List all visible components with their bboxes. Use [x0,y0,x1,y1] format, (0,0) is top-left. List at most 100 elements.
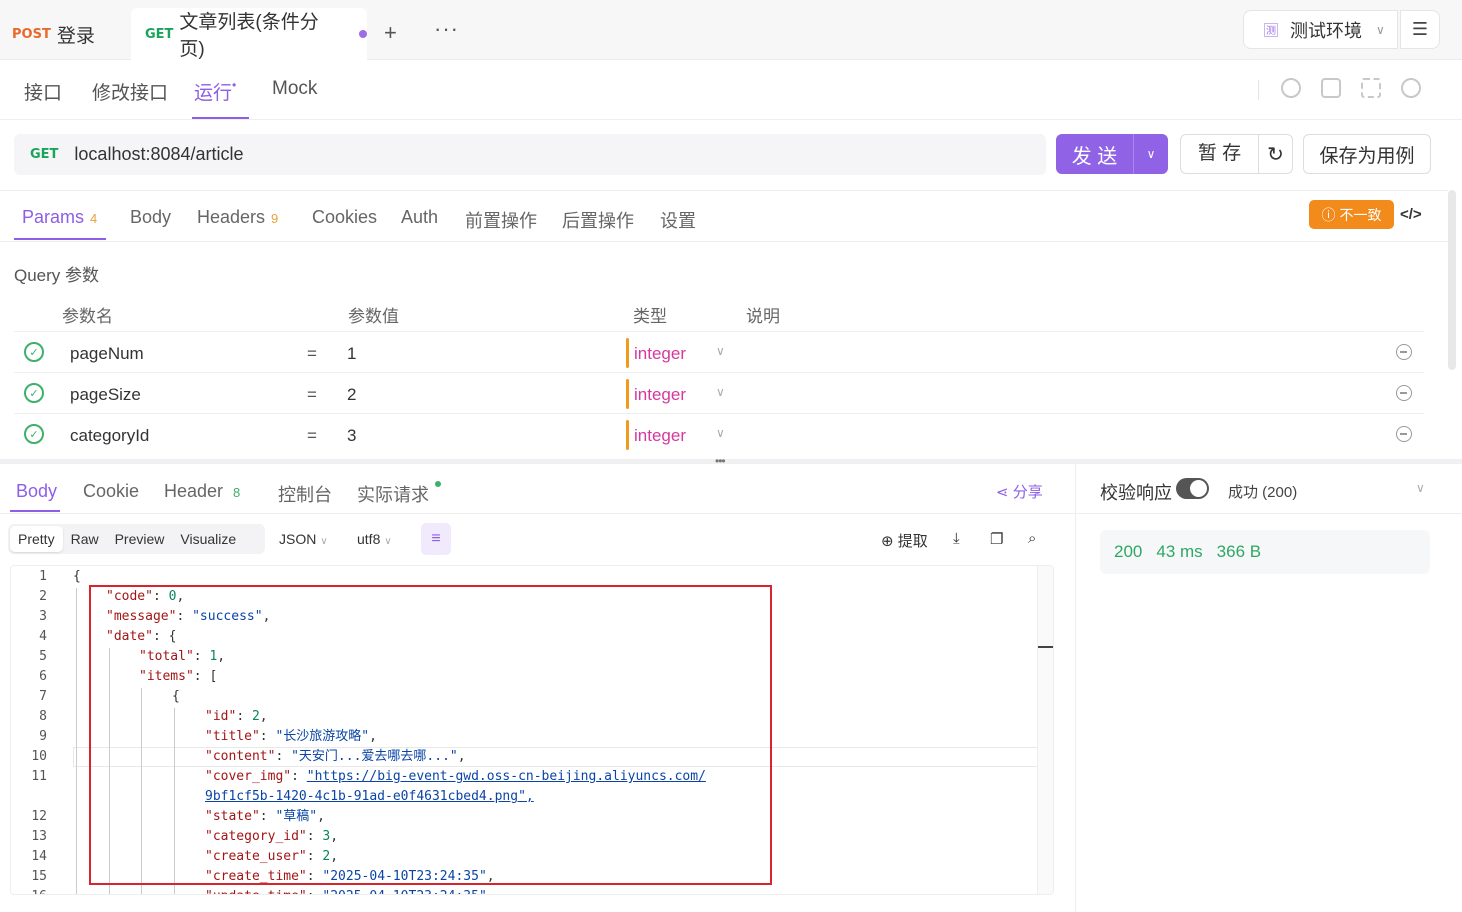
share-label: 分享 [1012,484,1043,501]
tab-headers[interactable]: Headers 9 [197,207,278,228]
active-tab-underline [192,117,249,119]
search-icon[interactable]: ⌕ [1028,530,1036,547]
download-icon[interactable]: ⤓ [953,530,960,547]
active-tab-underline [14,238,106,240]
response-stats: 200 43 ms 366 B [1100,530,1430,574]
share-button[interactable]: ⋖ 分享 [996,481,1043,502]
code-text: "update_time": "2025-04-10T23:24:35", [205,887,495,894]
tab-title: 文章列表(条件分页) [179,12,319,60]
format-visualize[interactable]: Visualize [172,526,244,552]
tab-response-body[interactable]: Body [16,481,57,502]
tab-run[interactable]: 运行• [194,78,236,105]
chevron-down-icon[interactable]: ∨ [1134,147,1168,161]
tab-params[interactable]: Params 4 [22,207,97,228]
validate-toggle[interactable] [1176,478,1209,499]
tab-actual-request[interactable]: 实际请求 [357,481,441,507]
remove-icon[interactable] [1396,426,1412,442]
environment-name: 测试环境 [1290,20,1362,41]
format-raw[interactable]: Raw [63,526,107,552]
format-switcher: Pretty Raw Preview Visualize [8,524,265,554]
param-name[interactable]: pageSize [70,385,141,405]
refresh-icon[interactable]: ↻ [1259,142,1292,167]
enabled-check-icon[interactable]: ✓ [24,424,44,444]
tab-params-label: Params [22,207,85,227]
chevron-down-icon: ∨ [320,536,328,547]
tab-settings[interactable]: 设置 [660,207,696,233]
param-name[interactable]: pageNum [70,344,144,364]
status-dot [435,481,441,487]
tab-pre-ops[interactable]: 前置操作 [465,207,537,233]
copy-icon[interactable]: ❐ [990,530,1003,548]
save-as-example-button[interactable]: 保存为用例 [1303,134,1431,174]
line-number: 13 [31,829,47,844]
flow-icon[interactable] [1361,78,1381,98]
tab-headers-label: Headers [197,207,266,227]
param-type[interactable]: integer [634,344,686,364]
param-value[interactable]: 3 [347,426,356,446]
scrollbar[interactable] [1448,190,1456,370]
copy-icon[interactable] [1321,78,1341,98]
type-marker [626,379,629,409]
param-value[interactable]: 1 [347,344,356,364]
tab-body[interactable]: Body [130,207,171,228]
enabled-check-icon[interactable]: ✓ [24,383,44,403]
tab-edit-interface[interactable]: 修改接口 [92,78,168,105]
tab-response-header[interactable]: Header 8 [164,481,240,502]
environment-select[interactable]: 测 测试环境 ∨ [1243,10,1398,49]
param-value[interactable]: 2 [347,385,356,405]
language-select[interactable]: JSON ∨ [279,531,328,547]
tab-cookies[interactable]: Cookies [312,207,377,228]
validation-result[interactable]: 成功 (200) [1228,481,1297,502]
settings-icon[interactable] [1401,78,1421,98]
tab-title: 登录 [56,25,95,47]
enabled-check-icon[interactable]: ✓ [24,342,44,362]
chevron-down-icon[interactable]: ∨ [716,344,725,358]
warning-icon: ⓘ [1321,206,1336,223]
chevron-down-icon[interactable]: ∨ [1416,481,1425,495]
scroll-marker [1038,646,1053,648]
encoding-select[interactable]: utf8 ∨ [357,531,392,547]
column-header-description: 说明 [746,307,780,326]
editor-scrollbar[interactable] [1037,566,1053,894]
query-params-title: Query 参数 [14,266,100,285]
url-bar[interactable]: GET localhost:8084/article [14,134,1046,175]
pie-chart-icon[interactable] [1281,78,1301,98]
tab-response-cookie[interactable]: Cookie [83,481,139,502]
tab-post-ops[interactable]: 后置操作 [562,207,634,233]
tab-interface[interactable]: 接口 [24,78,62,105]
param-name[interactable]: categoryId [70,426,149,446]
active-tab-underline [10,510,60,512]
mismatch-badge[interactable]: ⓘ 不一致 [1309,200,1394,229]
line-number: 4 [39,629,47,644]
tab-mock[interactable]: Mock [272,78,317,100]
send-button[interactable]: 发 送 ∨ [1056,134,1168,174]
line-number: 9 [39,729,47,744]
url-input[interactable]: localhost:8084/article [74,144,243,165]
remove-icon[interactable] [1396,344,1412,360]
extract-button[interactable]: ⊕ 提取 [881,530,928,551]
line-number: 8 [39,709,47,724]
format-pretty[interactable]: Pretty [10,526,63,552]
param-type[interactable]: integer [634,426,686,446]
tab-post-login[interactable]: POST 登录 [12,8,95,60]
param-tabs: Params 4 Body Headers 9 Cookies Auth 前置操作 … [0,190,1448,242]
remove-icon[interactable] [1396,385,1412,401]
line-number: 10 [31,749,47,764]
menu-icon[interactable]: ☰ [1400,10,1440,49]
tab-auth[interactable]: Auth [401,207,438,228]
more-icon[interactable]: ··· [434,16,459,42]
code-icon[interactable]: </> [1400,206,1422,223]
chevron-down-icon[interactable]: ∨ [716,426,725,440]
add-tab-icon[interactable]: + [384,20,397,46]
tab-console[interactable]: 控制台 [278,481,332,507]
language-label: JSON [279,531,317,547]
chevron-down-icon[interactable]: ∨ [716,385,725,399]
wrap-lines-icon[interactable]: ≡ [421,523,451,555]
toolbar-divider [1258,80,1259,100]
line-number: 2 [39,589,47,604]
save-button[interactable]: 暂 存 ↻ [1180,134,1293,174]
param-type[interactable]: integer [634,385,686,405]
tab-get-article-list[interactable]: GET 文章列表(条件分页) [131,8,367,60]
format-preview[interactable]: Preview [107,526,173,552]
code-text: { [73,569,81,584]
